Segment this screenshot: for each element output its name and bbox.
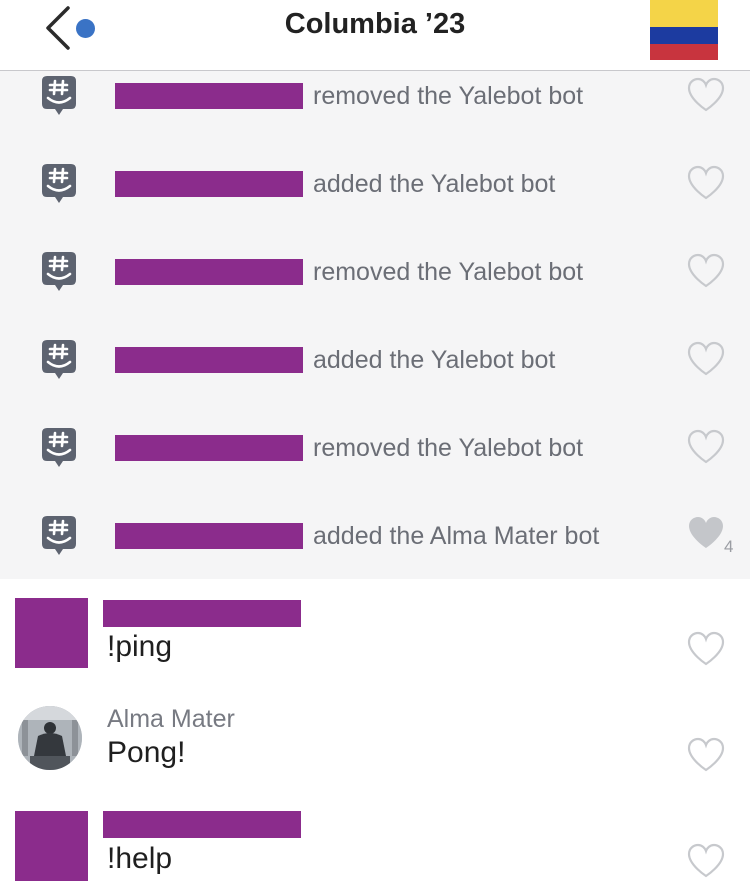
system-message: removed the Yalebot bot [0, 71, 750, 159]
system-message-text: added the Yalebot bot [313, 170, 556, 198]
heart-outline-icon[interactable] [686, 843, 726, 879]
message-text: !ping [107, 630, 173, 663]
like-count: 4 [724, 537, 734, 556]
redacted-name [115, 347, 303, 373]
system-message-text: removed the Yalebot bot [313, 258, 584, 286]
redacted-sender-name [103, 811, 301, 838]
avatar[interactable] [15, 811, 88, 881]
system-message: removed the Yalebot bot [0, 423, 750, 511]
groupme-bot-icon [42, 428, 76, 467]
system-messages: removed the Yalebot bot added the Yalebo… [0, 71, 750, 579]
system-message: removed the Yalebot bot [0, 247, 750, 335]
redacted-name [115, 259, 303, 285]
groupme-bot-icon [42, 340, 76, 379]
heart-outline-icon[interactable] [686, 341, 726, 377]
groupme-bot-icon [42, 164, 76, 203]
heart-filled-icon[interactable] [686, 515, 726, 551]
avatar[interactable] [18, 706, 82, 770]
redacted-name [115, 83, 303, 109]
message-text: Pong! [107, 736, 186, 769]
groupme-bot-icon [42, 76, 76, 115]
statue-photo-icon [18, 706, 82, 770]
chat-header: Columbia ’23 [0, 0, 750, 71]
redacted-name [115, 171, 303, 197]
heart-outline-icon[interactable] [686, 631, 726, 667]
system-message-text: added the Yalebot bot [313, 346, 556, 374]
heart-outline-icon[interactable] [686, 165, 726, 201]
system-message: added the Alma Mater bot 4 [0, 511, 750, 599]
redacted-name [115, 523, 303, 549]
heart-outline-icon[interactable] [686, 77, 726, 113]
page-title: Columbia ’23 [284, 8, 466, 40]
heart-outline-icon[interactable] [686, 429, 726, 465]
system-message-text: added the Alma Mater bot [313, 522, 600, 550]
avatar[interactable] [15, 598, 88, 668]
system-message-text: removed the Yalebot bot [313, 434, 584, 462]
heart-outline-icon[interactable] [686, 737, 726, 773]
redacted-sender-name [103, 600, 301, 627]
system-message-text: removed the Yalebot bot [313, 82, 584, 110]
groupme-bot-icon [42, 252, 76, 291]
redacted-name [115, 435, 303, 461]
message-text: !help [107, 842, 173, 875]
group-avatar-flag[interactable] [650, 0, 718, 60]
heart-outline-icon[interactable] [686, 253, 726, 289]
sender-name: Alma Mater [107, 705, 235, 733]
groupme-bot-icon [42, 516, 76, 555]
system-message: added the Yalebot bot [0, 335, 750, 423]
system-message: added the Yalebot bot [0, 159, 750, 247]
